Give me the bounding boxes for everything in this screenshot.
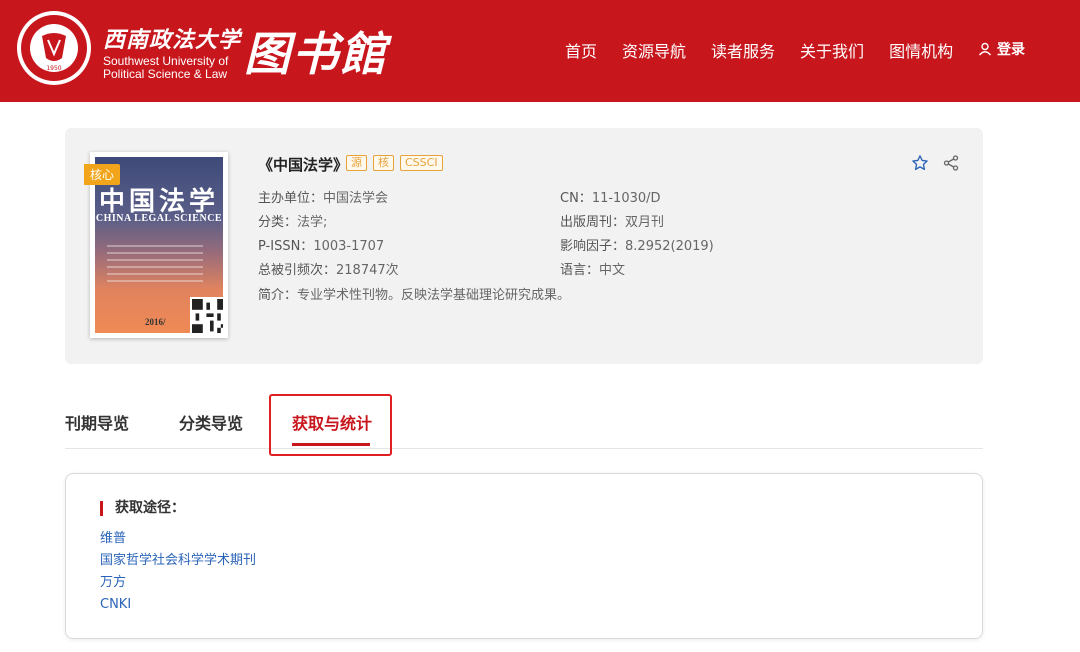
access-link-vip[interactable]: 维普 <box>100 528 256 550</box>
journal-title: 《中国法学》 <box>258 156 349 174</box>
login-button[interactable]: 登录 <box>978 39 1025 59</box>
field-category-value: 法学; <box>297 215 328 230</box>
tag-cssci: CSSCI <box>400 155 443 171</box>
field-language-value: 中文 <box>599 263 626 278</box>
university-name-en-line2: Political Science & Law <box>103 67 228 81</box>
field-total-citations-label: 总被引频次： <box>258 263 337 278</box>
cover-year: 2016/ <box>145 317 166 327</box>
field-publication-cycle-label: 出版周刊： <box>560 215 626 230</box>
university-emblem-logo[interactable]: 1950 <box>16 10 92 86</box>
core-journal-badge: 核心 <box>84 164 121 185</box>
share-icon[interactable] <box>943 155 959 171</box>
qr-code-icon <box>190 297 223 333</box>
tag-core: 核 <box>373 155 394 171</box>
access-link-nssd[interactable]: 国家哲学社会科学学术期刊 <box>100 550 256 572</box>
access-list: 维普 国家哲学社会科学学术期刊 万方 CNKI <box>100 528 256 616</box>
nav-item-resources[interactable]: 资源导航 <box>622 38 686 62</box>
field-pissn-label: P-ISSN： <box>258 239 314 254</box>
field-pissn: P-ISSN：1003-1707 <box>258 235 384 254</box>
field-summary-label: 简介： <box>258 288 298 303</box>
university-name-en: Southwest University of Political Scienc… <box>103 55 228 81</box>
field-language: 语言：中文 <box>560 259 625 278</box>
main-nav: 首页 资源导航 读者服务 关于我们 图情机构 <box>565 38 978 62</box>
tag-source: 源 <box>346 155 367 171</box>
journal-tags: 源 核 CSSCI <box>346 155 443 171</box>
field-summary-value: 专业学术性刊物。反映法学基础理论研究成果。 <box>297 288 571 303</box>
library-title[interactable]: 图书館 <box>244 18 388 84</box>
field-summary: 简介：专业学术性刊物。反映法学基础理论研究成果。 <box>258 284 570 303</box>
tab-highlight-box <box>269 394 392 456</box>
field-category: 分类：法学; <box>258 211 327 230</box>
user-icon <box>978 42 992 56</box>
emblem-year: 1950 <box>46 65 61 72</box>
field-pissn-value: 1003-1707 <box>313 239 385 254</box>
star-icon[interactable] <box>911 154 929 172</box>
field-impact-factor-label: 影响因子： <box>560 239 626 254</box>
field-cn: CN：11-1030/D <box>560 187 661 206</box>
nav-item-about[interactable]: 关于我们 <box>800 38 864 62</box>
field-cn-label: CN： <box>560 191 592 206</box>
tab-issue-browse[interactable]: 刊期导览 <box>65 410 129 434</box>
field-language-label: 语言： <box>560 263 600 278</box>
field-publication-cycle: 出版周刊：双月刊 <box>560 211 664 230</box>
access-panel: 获取途径： 维普 国家哲学社会科学学术期刊 万方 CNKI <box>65 473 983 639</box>
field-sponsor-value: 中国法学会 <box>323 191 389 206</box>
cover-title-en: CHINA LEGAL SCIENCE <box>95 213 223 224</box>
nav-item-institutions[interactable]: 图情机构 <box>889 38 953 62</box>
access-title: 获取途径： <box>100 501 185 516</box>
field-sponsor-label: 主办单位： <box>258 191 324 206</box>
field-cn-value: 11-1030/D <box>591 191 661 206</box>
site-header: 1950 西南政法大学 Southwest University of Poli… <box>0 0 1080 102</box>
journal-info-card: 中国法学 CHINA LEGAL SCIENCE 2016/ 核心 《中国法学》… <box>65 128 983 364</box>
cover-contents-lines <box>107 245 203 287</box>
field-category-label: 分类： <box>258 215 298 230</box>
access-link-wanfang[interactable]: 万方 <box>100 572 256 594</box>
content-tabs: 刊期导览 分类导览 获取与统计 <box>65 396 983 449</box>
field-total-citations: 总被引频次：218747次 <box>258 259 399 278</box>
field-total-citations-value: 218747次 <box>336 263 399 278</box>
nav-item-reader-services[interactable]: 读者服务 <box>711 38 775 62</box>
nav-item-home[interactable]: 首页 <box>565 38 597 62</box>
tab-category-browse[interactable]: 分类导览 <box>179 410 243 434</box>
field-sponsor: 主办单位：中国法学会 <box>258 187 388 206</box>
field-impact-factor: 影响因子：8.2952(2019) <box>560 235 714 254</box>
field-impact-factor-value: 8.2952(2019) <box>625 239 714 254</box>
access-link-cnki[interactable]: CNKI <box>100 594 256 616</box>
field-publication-cycle-value: 双月刊 <box>625 215 665 230</box>
university-name-cn: 西南政法大学 <box>103 27 242 53</box>
login-label: 登录 <box>997 42 1025 58</box>
